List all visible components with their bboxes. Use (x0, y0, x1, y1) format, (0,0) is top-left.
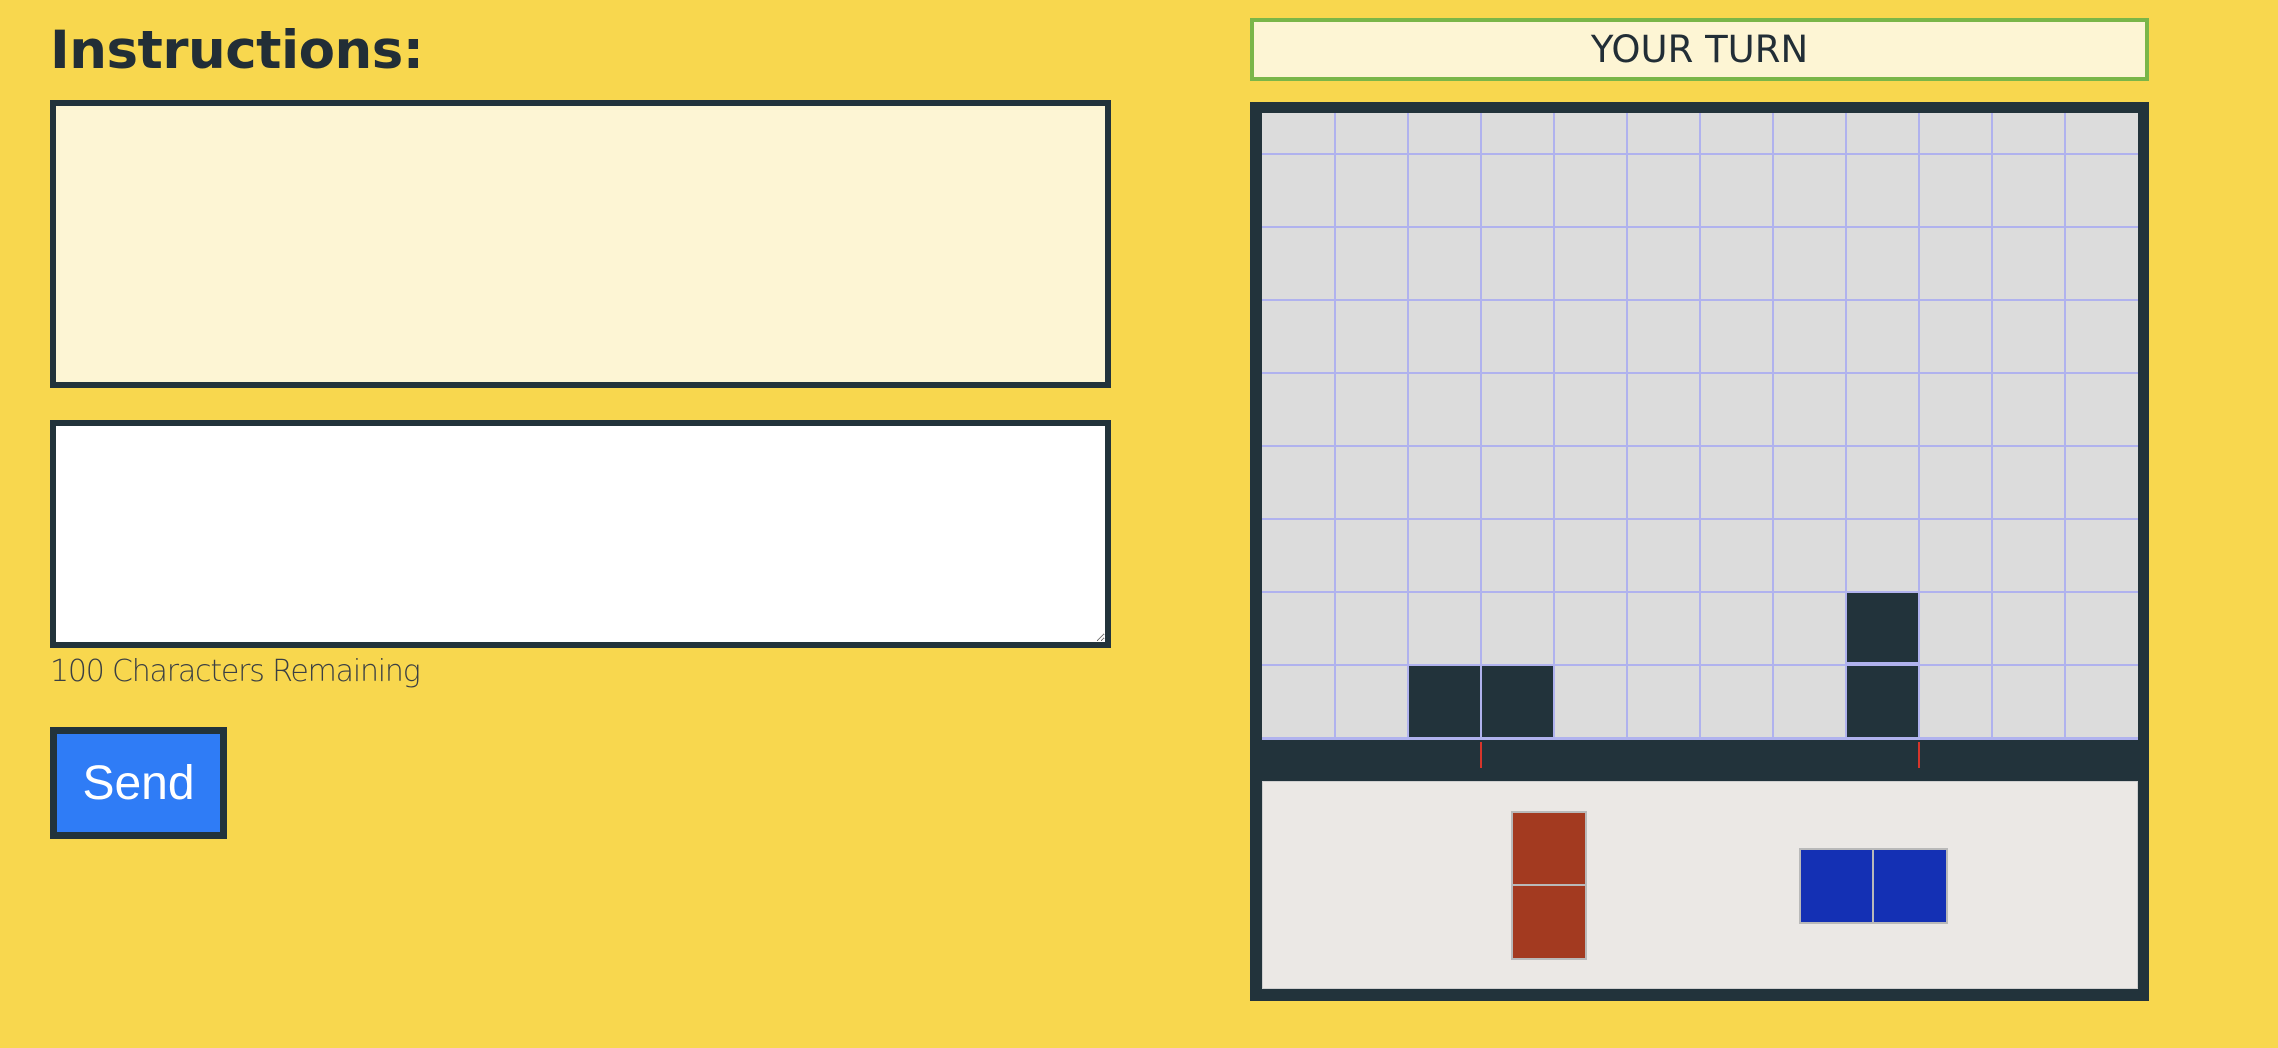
drop-marker (1918, 742, 1920, 768)
filled-cell (1482, 666, 1553, 737)
drop-marker (1480, 742, 1482, 768)
grid-line (1699, 113, 1701, 740)
turn-status-banner: YOUR TURN (1250, 18, 2149, 81)
grid-line (1262, 299, 2138, 301)
grid-line (1262, 226, 2138, 228)
grid-line (1772, 113, 1774, 740)
grid-line (1407, 113, 1409, 740)
grid-line (1262, 153, 2138, 155)
instructions-display (50, 100, 1111, 388)
grid-line (1262, 518, 2138, 520)
instructions-heading: Instructions: (50, 20, 424, 81)
send-button[interactable]: Send (50, 727, 227, 839)
grid-line (1262, 737, 2138, 740)
piece-tray (1262, 781, 2138, 989)
target-board[interactable] (1262, 113, 2138, 740)
filled-cell (1409, 666, 1480, 737)
grid-line (1480, 113, 1482, 740)
grid-line (1918, 113, 1920, 740)
filled-cell (1847, 666, 1918, 737)
piece-cell (1872, 848, 1948, 924)
blue-horizontal-domino[interactable] (1799, 848, 1948, 924)
grid-line (1626, 113, 1628, 740)
grid-line (1991, 113, 1993, 740)
red-vertical-domino[interactable] (1511, 811, 1587, 960)
piece-cell (1799, 848, 1875, 924)
grid-line (2064, 113, 2066, 740)
characters-remaining-counter: 100 Characters Remaining (50, 654, 421, 689)
grid-line (1334, 113, 1336, 740)
grid-line (1262, 591, 2138, 593)
grid-line (1553, 113, 1555, 740)
grid-line (1262, 664, 2138, 666)
filled-cell (1847, 593, 1918, 664)
grid-line (1262, 445, 2138, 447)
piece-cell (1511, 811, 1587, 887)
grid-line (1262, 372, 2138, 374)
piece-cell (1511, 884, 1587, 960)
message-input[interactable] (50, 420, 1111, 648)
